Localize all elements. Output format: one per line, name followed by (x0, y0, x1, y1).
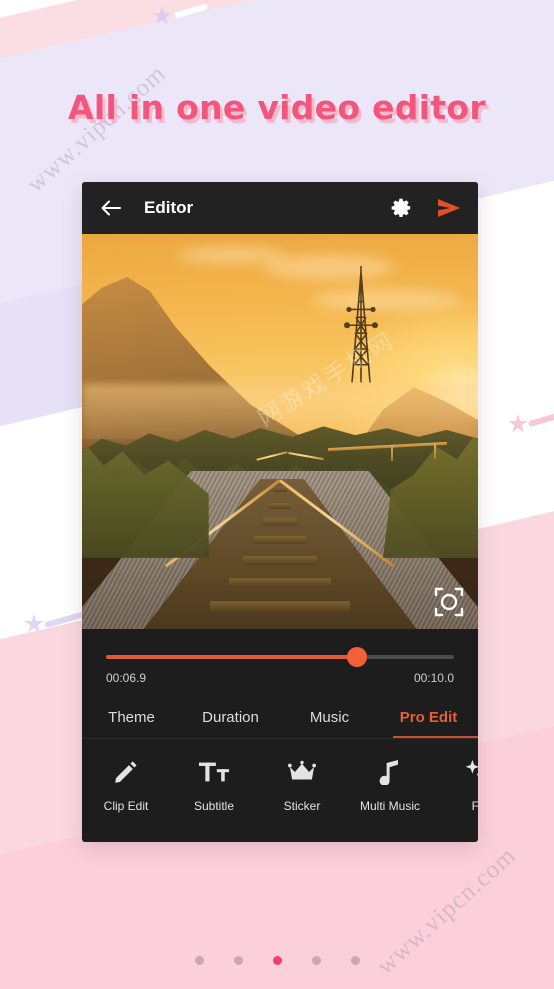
pager-dot[interactable] (311, 956, 321, 965)
tool-filter[interactable]: Fil (434, 757, 478, 813)
tool-label: Sticker (283, 799, 321, 813)
carousel-pager (0, 956, 554, 965)
app-title: Editor (144, 198, 194, 217)
tool-label: Fil (471, 799, 478, 813)
app-header: Editor (82, 182, 478, 234)
crown-icon (258, 757, 346, 787)
send-play-icon[interactable] (436, 197, 462, 219)
gear-icon[interactable] (390, 197, 412, 219)
promo-stage: www.vipcn.com www.vipcn.com All in one v… (0, 0, 554, 989)
text-tt-icon (170, 757, 258, 787)
timeline-panel: 00:06.9 00:10.0 (82, 629, 478, 685)
editor-tabs: Theme Duration Music Pro Edit (82, 699, 478, 738)
arrow-left-icon[interactable] (98, 195, 124, 221)
tool-clip-edit[interactable]: Clip Edit (82, 757, 170, 813)
tool-label: Clip Edit (103, 799, 149, 813)
warm-color-grade (82, 234, 478, 629)
tool-sticker[interactable]: Sticker (258, 757, 346, 813)
music-note-icon (346, 757, 434, 787)
sparkle-filter-icon (434, 757, 478, 787)
video-preview[interactable]: 网游戏手机网 (82, 234, 478, 629)
tab-duration[interactable]: Duration (181, 699, 280, 738)
crop-fullscreen-icon[interactable] (434, 587, 464, 617)
pager-dot-active[interactable] (272, 956, 282, 965)
seek-bar[interactable] (106, 647, 454, 667)
tab-pro-edit[interactable]: Pro Edit (379, 699, 478, 738)
pager-dot[interactable] (194, 956, 204, 965)
total-time-label: 00:10.0 (413, 671, 454, 685)
pencil-icon (82, 757, 170, 787)
current-time-label: 00:06.9 (106, 671, 147, 685)
tool-label: Multi Music (359, 799, 420, 813)
tool-multi-music[interactable]: Multi Music (346, 757, 434, 813)
time-readout: 00:06.9 00:10.0 (106, 671, 454, 685)
tab-music[interactable]: Music (280, 699, 379, 738)
pager-dot[interactable] (350, 956, 360, 965)
pager-dot[interactable] (233, 956, 243, 965)
tool-label: Subtitle (193, 799, 235, 813)
tool-strip: Clip Edit Subtitle Sticker Multi Music F (82, 739, 478, 833)
seek-bar-fill (106, 655, 357, 659)
seek-bar-thumb[interactable] (346, 647, 367, 667)
page-title: All in one video editor (68, 88, 486, 127)
phone-mockup: Editor 网游戏手机网 00:06.9 00:10.0 Theme Dura… (82, 182, 478, 842)
tool-subtitle[interactable]: Subtitle (170, 757, 258, 813)
tab-theme[interactable]: Theme (82, 699, 181, 738)
